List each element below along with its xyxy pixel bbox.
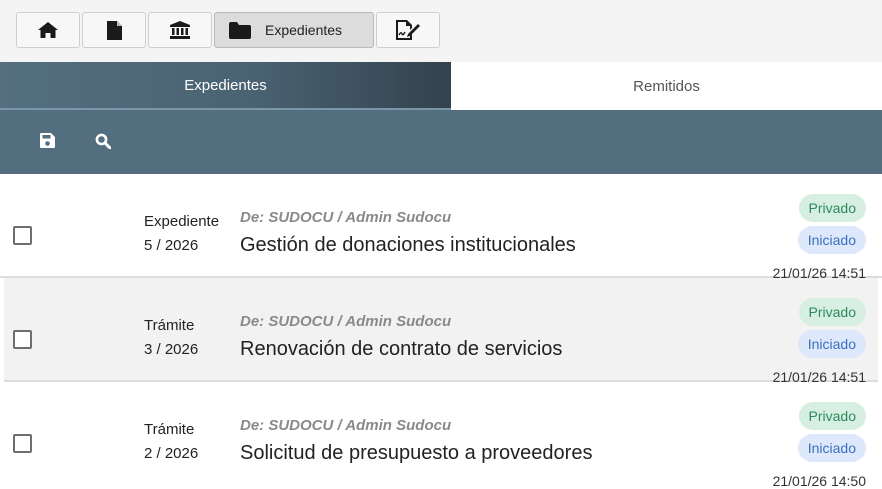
expedientes-button-label: Expedientes [265,22,343,38]
row-checkbox[interactable] [13,330,32,349]
list-item[interactable]: Trámite 3 / 2026 De: SUDOCU / Admin Sudo… [4,278,878,385]
status-badge: Iniciado [797,226,866,254]
status-badge: Iniciado [797,434,866,462]
privacy-badge: Privado [798,194,866,222]
expedientes-button[interactable]: Expedientes [214,12,374,48]
list-toolbar [0,110,882,174]
row-checkbox[interactable] [13,226,32,245]
institution-icon [170,21,190,39]
tab-expedientes[interactable]: Expedientes [0,62,451,110]
item-number: 3 / 2026 [144,341,199,358]
privacy-badge: Privado [798,298,866,326]
save-button[interactable] [36,132,58,154]
item-sender: De: SUDOCU / Admin Sudocu [240,417,452,434]
item-title[interactable]: Renovación de contrato de servicios [240,338,562,361]
item-type: Trámite [144,421,195,438]
tab-bar: Expedientes Remitidos [0,62,882,110]
item-number: 2 / 2026 [144,445,199,462]
item-sender: De: SUDOCU / Admin Sudocu [240,209,452,226]
signature-button[interactable] [376,12,440,48]
item-type: Trámite [144,317,195,334]
item-title[interactable]: Solicitud de presupuesto a proveedores [240,442,592,465]
institution-button[interactable] [148,12,212,48]
status-badge: Iniciado [797,330,866,358]
list-item[interactable]: Expediente 5 / 2026 De: SUDOCU / Admin S… [0,174,882,281]
folder-icon [229,21,251,39]
search-button[interactable] [92,132,114,154]
search-icon [95,133,112,154]
privacy-badge: Privado [798,402,866,430]
item-title[interactable]: Gestión de donaciones institucionales [240,234,576,257]
item-type: Expediente [144,213,220,230]
expedientes-list: Expediente 5 / 2026 De: SUDOCU / Admin S… [0,174,882,489]
item-sender: De: SUDOCU / Admin Sudocu [240,313,452,330]
item-date: 21/01/26 14:50 [772,473,866,489]
home-icon [37,21,59,39]
documents-button[interactable] [82,12,146,48]
list-item[interactable]: Trámite 2 / 2026 De: SUDOCU / Admin Sudo… [0,382,882,489]
item-type-number: Trámite 3 / 2026 [144,314,198,362]
item-number: 5 / 2026 [144,237,199,254]
row-checkbox[interactable] [13,434,32,453]
save-icon [39,133,55,153]
document-icon [106,20,122,40]
signature-icon [396,20,420,40]
home-button[interactable] [16,12,80,48]
top-navigation-bar: Expedientes [0,0,882,62]
tab-remitidos[interactable]: Remitidos [451,62,882,110]
item-type-number: Trámite 2 / 2026 [144,418,198,466]
item-type-number: Expediente 5 / 2026 [144,210,219,258]
